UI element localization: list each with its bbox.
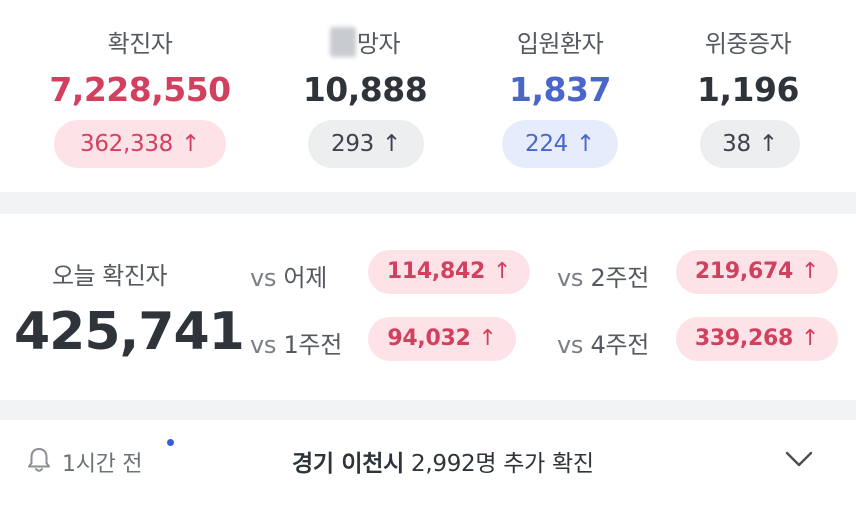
vs-2weeks-badge: 219,674 ↑ [676, 250, 838, 294]
blurred-text [329, 27, 356, 57]
stat-delta-value: 293 [331, 131, 374, 157]
stat-delta-badge: 293 ↑ [308, 120, 424, 168]
stat-deaths[interactable]: 망자 10,888 293 ↑ [265, 0, 465, 192]
up-arrow-icon: ↑ [576, 131, 595, 157]
section-divider [0, 400, 856, 420]
stat-value: 1,837 [509, 70, 611, 109]
stat-delta-value: 224 [525, 131, 568, 157]
stats-summary: 확진자 7,228,550 362,338 ↑ 망자 10,888 293 ↑ 입원… [0, 0, 856, 192]
notification-time: 1시간 전 [62, 452, 143, 477]
up-arrow-icon: ↑ [181, 131, 200, 157]
stat-hospitalized[interactable]: 입원환자 1,837 224 ↑ [460, 0, 660, 192]
vs-yesterday-badge: 114,842 ↑ [368, 250, 530, 294]
up-arrow-icon: ↑ [382, 131, 401, 157]
vs-1week-label: vs 1주전 [250, 331, 342, 359]
stat-delta-value: 362,338 [80, 131, 174, 157]
bell-icon [28, 448, 50, 472]
stat-delta-value: 38 [722, 131, 751, 157]
up-arrow-icon: ↑ [478, 326, 497, 351]
new-indicator-dot [167, 439, 174, 446]
notification-location: 경기 이천시 [292, 451, 405, 477]
stat-label: 위중증자 [704, 30, 792, 58]
stat-value: 7,228,550 [49, 70, 231, 109]
today-value: 425,741 [14, 302, 245, 362]
stat-delta-badge: 38 ↑ [700, 120, 800, 168]
up-arrow-icon: ↑ [800, 326, 820, 351]
up-arrow-icon: ↑ [492, 259, 512, 284]
notification-text: 2,992명 추가 확진 [411, 451, 594, 477]
vs-4weeks-badge: 339,268 ↑ [676, 317, 838, 361]
up-arrow-icon: ↑ [758, 131, 778, 157]
vs-2weeks-label: vs 2주전 [557, 264, 649, 292]
vs-yesterday-label: vs 어제 [250, 264, 328, 292]
stat-value: 10,888 [302, 70, 428, 109]
vs-4weeks-label: vs 4주전 [557, 331, 649, 359]
notification-message[interactable]: 경기 이천시 2,992명 추가 확진 [292, 444, 594, 478]
vs-1week-badge: 94,032 ↑ [368, 317, 516, 361]
stat-critical[interactable]: 위중증자 1,196 38 ↑ [648, 0, 848, 192]
stat-label: 확진자 [107, 30, 173, 58]
section-divider [0, 192, 856, 214]
up-arrow-icon: ↑ [800, 259, 820, 284]
chevron-down-icon[interactable] [784, 450, 814, 468]
today-label: 오늘 확진자 [52, 262, 168, 290]
stat-label: 입원환자 [516, 30, 604, 58]
stat-value: 1,196 [697, 70, 799, 109]
stat-delta-badge: 224 ↑ [502, 120, 618, 168]
stat-confirmed[interactable]: 확진자 7,228,550 362,338 ↑ [40, 0, 240, 192]
stat-delta-badge: 362,338 ↑ [54, 120, 226, 168]
stat-label: 망자 [265, 24, 465, 59]
